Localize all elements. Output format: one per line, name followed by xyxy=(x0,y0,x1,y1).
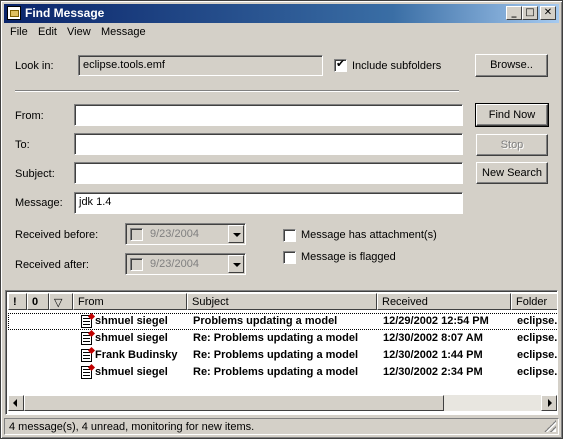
menu-view[interactable]: View xyxy=(67,26,91,38)
is-flagged-label: Message is flagged xyxy=(301,251,396,263)
menu-file[interactable]: File xyxy=(10,26,28,38)
unread-mail-icon xyxy=(81,315,92,328)
table-row[interactable]: Frank Budinsky Re: Problems updating a m… xyxy=(8,347,558,364)
received-after-date: 9/23/2004 xyxy=(150,258,199,270)
app-icon[interactable] xyxy=(7,6,21,20)
table-row[interactable]: shmuel siegel Re: Problems updating a mo… xyxy=(8,364,558,381)
stop-button[interactable]: Stop xyxy=(476,134,548,156)
find-now-button[interactable]: Find Now xyxy=(475,103,549,127)
unread-mail-icon xyxy=(81,366,92,379)
row-from: Frank Budinsky xyxy=(95,349,178,361)
include-subfolders-checkbox[interactable]: ✔ xyxy=(334,57,347,72)
received-after-checkbox[interactable] xyxy=(130,258,143,271)
status-bar: 4 message(s), 4 unread, monitoring for n… xyxy=(4,418,559,435)
separator xyxy=(15,90,459,92)
column-attachment[interactable]: 0 xyxy=(27,293,49,310)
row-from: shmuel siegel xyxy=(95,315,168,327)
to-input[interactable] xyxy=(74,133,463,155)
check-mark-icon: ✔ xyxy=(336,57,346,70)
look-in-field: eclipse.tools.emf xyxy=(78,55,323,76)
row-from: shmuel siegel xyxy=(95,332,168,344)
maximize-icon: □ xyxy=(525,7,535,18)
message-label: Message: xyxy=(15,197,63,209)
horizontal-scrollbar[interactable] xyxy=(8,395,557,411)
row-received: 12/30/2002 1:44 PM xyxy=(383,349,483,361)
message-input[interactable]: jdk 1.4 xyxy=(74,192,463,214)
table-row[interactable]: shmuel siegel Re: Problems updating a mo… xyxy=(8,330,558,347)
from-label: From: xyxy=(15,110,44,122)
new-search-button[interactable]: New Search xyxy=(476,162,548,184)
column-received[interactable]: Received xyxy=(377,293,511,310)
row-folder: eclipse. xyxy=(517,332,558,344)
results-list: ! 0 ▽ From Subject Received Folder shmue… xyxy=(5,290,558,415)
subject-label: Subject: xyxy=(15,168,55,180)
scroll-right-icon[interactable] xyxy=(541,395,557,411)
has-attachment-checkbox[interactable] xyxy=(283,229,296,242)
title-bar[interactable]: Find Message _ □ ✕ xyxy=(4,4,559,23)
received-before-date: 9/23/2004 xyxy=(150,228,199,240)
to-label: To: xyxy=(15,139,30,151)
maximize-button[interactable]: □ xyxy=(522,6,538,20)
scroll-left-icon[interactable] xyxy=(8,395,24,411)
scroll-thumb[interactable] xyxy=(24,395,444,411)
row-folder: eclipse. xyxy=(517,349,558,361)
row-folder: eclipse. xyxy=(517,315,558,327)
received-before-checkbox[interactable] xyxy=(130,228,143,241)
received-after-picker[interactable]: 9/23/2004 xyxy=(125,253,246,275)
close-button[interactable]: ✕ xyxy=(540,6,556,20)
window-title: Find Message xyxy=(25,6,105,20)
column-flag[interactable]: ▽ xyxy=(49,293,73,310)
close-icon: ✕ xyxy=(543,7,553,18)
minimize-button[interactable]: _ xyxy=(506,6,522,20)
column-subject[interactable]: Subject xyxy=(187,293,377,310)
table-row[interactable]: shmuel siegel Problems updating a model … xyxy=(8,313,558,330)
row-subject: Re: Problems updating a model xyxy=(193,366,359,378)
row-from: shmuel siegel xyxy=(95,366,168,378)
from-input[interactable] xyxy=(74,104,463,126)
row-folder: eclipse. xyxy=(517,366,558,378)
column-from[interactable]: From xyxy=(73,293,187,310)
row-subject: Re: Problems updating a model xyxy=(193,349,359,361)
menu-edit[interactable]: Edit xyxy=(38,26,57,38)
column-folder[interactable]: Folder xyxy=(511,293,557,310)
received-before-label: Received before: xyxy=(15,229,99,241)
look-in-label: Look in: xyxy=(15,60,54,72)
column-importance[interactable]: ! xyxy=(8,293,27,310)
minimize-icon: _ xyxy=(511,7,517,18)
subject-input[interactable] xyxy=(74,162,463,184)
unread-mail-icon xyxy=(81,332,92,345)
received-after-label: Received after: xyxy=(15,259,89,271)
status-text: 4 message(s), 4 unread, monitoring for n… xyxy=(9,421,255,433)
unread-mail-icon xyxy=(81,349,92,362)
row-subject: Problems updating a model xyxy=(193,315,338,327)
row-subject: Re: Problems updating a model xyxy=(193,332,359,344)
browse-button[interactable]: Browse.. xyxy=(475,54,548,77)
find-message-window: Find Message _ □ ✕ File Edit View Messag… xyxy=(0,0,563,439)
chevron-down-icon[interactable] xyxy=(228,225,244,243)
menu-bar: File Edit View Message xyxy=(4,23,559,42)
menu-message[interactable]: Message xyxy=(101,26,146,38)
received-before-picker[interactable]: 9/23/2004 xyxy=(125,223,246,245)
resize-grip-icon[interactable] xyxy=(544,420,556,432)
is-flagged-checkbox[interactable] xyxy=(283,251,296,264)
chevron-down-icon[interactable] xyxy=(228,255,244,273)
row-received: 12/30/2002 2:34 PM xyxy=(383,366,483,378)
row-received: 12/29/2002 12:54 PM xyxy=(383,315,489,327)
row-received: 12/30/2002 8:07 AM xyxy=(383,332,483,344)
has-attachment-label: Message has attachment(s) xyxy=(301,229,437,241)
include-subfolders-label: Include subfolders xyxy=(352,60,442,72)
